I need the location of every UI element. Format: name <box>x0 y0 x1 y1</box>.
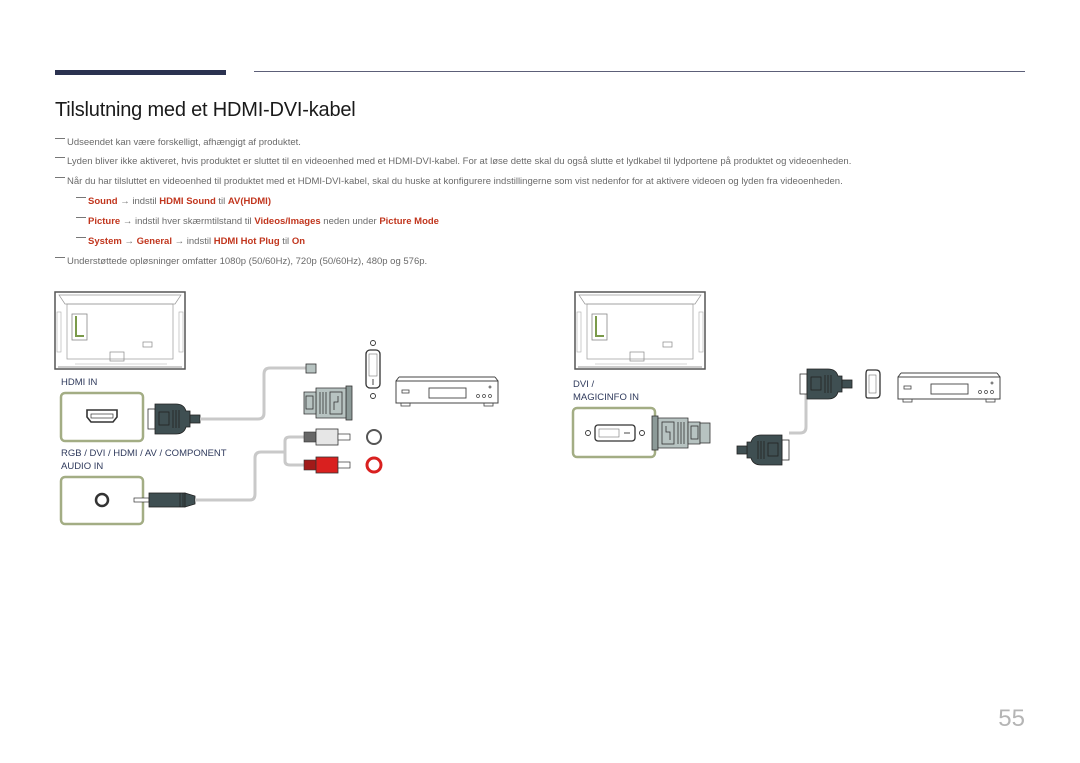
dvi-port-source <box>365 340 381 399</box>
monitor-back-right <box>574 291 706 370</box>
rca-plug-red <box>303 456 351 474</box>
dvi-cable-strain-relief-right <box>699 422 711 444</box>
rca-jack-white <box>366 429 382 445</box>
hdmi-plug-left <box>147 403 201 435</box>
audio-cable <box>195 435 304 502</box>
rca-plug-white <box>303 428 351 446</box>
dvi-plug-right <box>651 415 701 451</box>
dvi-plug-left <box>303 385 353 421</box>
video-player-left <box>395 376 499 407</box>
hdmi-port-source <box>865 369 881 399</box>
page-number: 55 <box>998 705 1025 732</box>
dvi-cable-strain-relief <box>305 363 317 374</box>
audio-in-port <box>59 475 145 526</box>
video-player-right <box>897 372 1001 403</box>
connection-diagram <box>54 291 1001 526</box>
hdmi-in-port <box>59 391 145 443</box>
hdmi-plug-right-upper <box>799 368 853 400</box>
hdmi-plug-right-lower <box>736 434 790 466</box>
monitor-back-left <box>54 291 186 370</box>
rca-jack-red <box>365 456 383 474</box>
hdmi-dvi-cable-left <box>200 366 310 421</box>
dvi-magicinfo-in-port <box>571 406 657 459</box>
